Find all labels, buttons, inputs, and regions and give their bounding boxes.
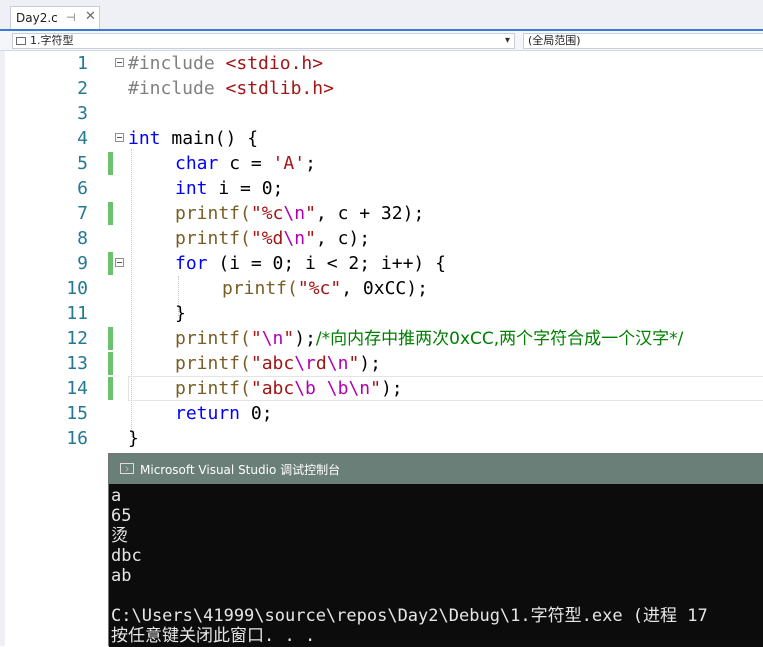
line-number: 9 (77, 253, 88, 274)
line-number: 2 (77, 78, 88, 99)
line-number: 8 (77, 228, 88, 249)
change-marker (108, 252, 113, 275)
line-number: 6 (77, 178, 88, 199)
code-text: } (175, 303, 186, 324)
code-text: int i = 0; (175, 178, 284, 199)
code-comment: /*向内存中推两次0xCC,两个字符合成一个汉字*/ (315, 329, 684, 349)
code-line: 12 printf("\n");/*向内存中推两次0xCC,两个字符合成一个汉字… (0, 326, 763, 351)
code-line: 3 (0, 101, 763, 126)
pin-icon[interactable]: ⊣ (66, 11, 76, 24)
code-text: printf("abc\rd\n"); (175, 353, 381, 374)
line-number: 4 (77, 128, 88, 149)
code-line: 8 printf("%d\n", c); (0, 226, 763, 251)
navigation-bar: 1.字符型 ▾ (全局范围) (0, 31, 763, 51)
tab-strip: Day2.c ⊣ ✕ (0, 0, 763, 30)
line-number: 13 (66, 353, 88, 374)
console-icon (120, 463, 134, 474)
line-number: 5 (77, 153, 88, 174)
console-line: 烫 (111, 526, 128, 546)
code-line: 13 printf("abc\rd\n"); (0, 351, 763, 376)
code-text: printf("\n");/*向内存中推两次0xCC,两个字符合成一个汉字*/ (175, 328, 684, 349)
code-text: #include <stdio.h> (128, 53, 324, 74)
member-dropdown[interactable]: 1.字符型 ▾ (12, 33, 515, 49)
code-line: 2 #include <stdlib.h> (0, 76, 763, 101)
line-number: 16 (66, 428, 88, 449)
debug-console-window[interactable]: Microsoft Visual Studio 调试控制台 a 65 烫 dbc… (108, 453, 763, 647)
chevron-down-icon: ▾ (504, 35, 510, 46)
scope-dropdown[interactable]: (全局范围) (523, 33, 763, 49)
code-line: 16 } (0, 426, 763, 451)
console-title-bar[interactable]: Microsoft Visual Studio 调试控制台 (109, 454, 763, 484)
code-line: 10 printf("%c", 0xCC); (0, 276, 763, 301)
code-line: 9 for (i = 0; i < 2; i++) { (0, 251, 763, 276)
close-icon[interactable]: ✕ (85, 9, 96, 24)
change-marker (108, 152, 113, 175)
fold-toggle-icon[interactable] (115, 258, 124, 267)
code-text: for (i = 0; i < 2; i++) { (175, 253, 446, 274)
console-line: ab (111, 566, 132, 586)
change-marker (108, 202, 113, 225)
line-number: 14 (66, 378, 88, 399)
code-text: } (128, 428, 139, 449)
line-number: 7 (77, 203, 88, 224)
line-number: 11 (66, 303, 88, 324)
change-marker (108, 327, 113, 350)
console-output[interactable]: a 65 烫 dbc ab C:\Users\41999\source\repo… (109, 484, 763, 647)
line-number: 1 (77, 53, 88, 74)
tab-day2-c[interactable]: Day2.c ⊣ ✕ (10, 6, 100, 30)
member-dropdown-value: 1.字符型 (30, 34, 74, 47)
scope-dropdown-value: (全局范围) (528, 34, 581, 47)
code-line: 6 int i = 0; (0, 176, 763, 201)
code-text: printf("%c", 0xCC); (222, 278, 428, 299)
code-text: char c = 'A'; (175, 153, 316, 174)
code-text: #include <stdlib.h> (128, 78, 334, 99)
change-marker (108, 377, 113, 400)
code-line: 15 return 0; (0, 401, 763, 426)
code-line: 5 char c = 'A'; (0, 151, 763, 176)
code-line: 4 int main() { (0, 126, 763, 151)
line-number: 10 (66, 278, 88, 299)
code-line-current: 14 printf("abc\b \b\n"); (0, 376, 763, 401)
console-line: C:\Users\41999\source\repos\Day2\Debug\1… (111, 606, 708, 626)
console-line: a (111, 486, 122, 506)
code-line: 7 printf("%c\n", c + 32); (0, 201, 763, 226)
code-text: printf("%d\n", c); (175, 228, 371, 249)
code-line: 1 #include <stdio.h> (0, 51, 763, 76)
change-marker (108, 352, 113, 375)
code-text: printf("abc\b \b\n"); (175, 378, 403, 399)
fold-toggle-icon[interactable] (115, 133, 124, 142)
console-line: 按任意键关闭此窗口. . . (111, 626, 316, 646)
code-text: return 0; (175, 403, 273, 424)
console-line: 65 (111, 506, 132, 526)
line-number: 15 (66, 403, 88, 424)
code-line: 11 } (0, 301, 763, 326)
code-text: int main() { (128, 128, 259, 149)
project-icon (16, 37, 26, 45)
tab-title: Day2.c (16, 11, 58, 25)
line-number: 3 (77, 103, 88, 124)
console-title: Microsoft Visual Studio 调试控制台 (140, 463, 341, 477)
code-text: printf("%c\n", c + 32); (175, 203, 425, 224)
line-number: 12 (66, 328, 88, 349)
console-line: dbc (111, 546, 142, 566)
fold-toggle-icon[interactable] (115, 58, 124, 67)
